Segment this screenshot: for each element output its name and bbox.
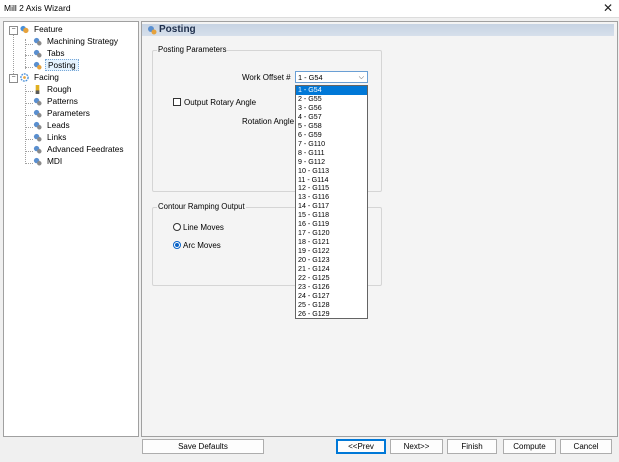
work-offset-option[interactable]: 22 - G125	[296, 274, 367, 283]
tree-item-parameters[interactable]: Parameters	[33, 108, 92, 119]
gear-icon	[33, 109, 42, 118]
gear-icon	[33, 145, 42, 154]
tree-connector	[25, 91, 33, 92]
work-offset-option[interactable]: 9 - G112	[296, 158, 367, 167]
tree-connector	[25, 127, 33, 128]
tree-connector	[25, 103, 33, 104]
tree-item-advanced-feedrates[interactable]: Advanced Feedrates	[33, 144, 126, 155]
tree-item-machining-strategy[interactable]: Machining Strategy	[33, 36, 120, 47]
work-offset-option[interactable]: 16 - G119	[296, 220, 367, 229]
section-header-bar	[142, 24, 614, 36]
work-offset-option[interactable]: 14 - G117	[296, 202, 367, 211]
work-offset-option[interactable]: 17 - G120	[296, 229, 367, 238]
compute-button[interactable]: Compute	[503, 439, 556, 454]
finish-button[interactable]: Finish	[447, 439, 497, 454]
tree-connector	[13, 33, 14, 80]
arc-moves-label: Arc Moves	[183, 241, 221, 250]
next-button[interactable]: Next>>	[390, 439, 443, 454]
title-bar: Mill 2 Axis Wizard ✕	[0, 0, 619, 18]
work-offset-option[interactable]: 20 - G123	[296, 256, 367, 265]
tree-item-patterns[interactable]: Patterns	[33, 96, 80, 107]
work-offset-option[interactable]: 13 - G116	[296, 193, 367, 202]
gear-icon	[33, 121, 42, 130]
tree-item-links[interactable]: Links	[33, 132, 68, 143]
line-moves-label: Line Moves	[183, 223, 224, 232]
close-icon[interactable]: ✕	[603, 0, 613, 16]
work-offset-option[interactable]: 12 - G115	[296, 184, 367, 193]
gear-icon	[33, 61, 42, 70]
work-offset-option[interactable]: 1 - G54	[296, 86, 367, 95]
work-offset-option[interactable]: 19 - G122	[296, 247, 367, 256]
work-offset-option[interactable]: 11 - G114	[296, 176, 367, 185]
collapse-feature-toggle[interactable]: −	[9, 26, 18, 35]
work-offset-value: 1 - G54	[298, 73, 323, 82]
work-offset-option[interactable]: 18 - G121	[296, 238, 367, 247]
work-offset-option[interactable]: 3 - G56	[296, 104, 367, 113]
work-offset-option[interactable]: 25 - G128	[296, 301, 367, 310]
cancel-button[interactable]: Cancel	[560, 439, 612, 454]
group-title: Posting Parameters	[157, 45, 228, 54]
work-offset-option[interactable]: 24 - G127	[296, 292, 367, 301]
tree-item-mdi[interactable]: MDI	[33, 156, 64, 167]
work-offset-option[interactable]: 8 - G111	[296, 149, 367, 158]
tree-item-facing[interactable]: Facing	[20, 72, 61, 83]
line-moves-radio[interactable]	[173, 223, 181, 231]
window-title: Mill 2 Axis Wizard	[4, 3, 71, 13]
work-offset-option[interactable]: 7 - G110	[296, 140, 367, 149]
work-offset-option[interactable]: 21 - G124	[296, 265, 367, 274]
work-offset-dropdown[interactable]: 1 - G54 ⌵	[295, 71, 368, 83]
page-title: Posting	[159, 24, 196, 35]
facing-icon	[20, 73, 29, 82]
gear-icon	[33, 157, 42, 166]
work-offset-option[interactable]: 5 - G58	[296, 122, 367, 131]
work-offset-option[interactable]: 15 - G118	[296, 211, 367, 220]
collapse-facing-toggle[interactable]: −	[9, 74, 18, 83]
tree-connector	[25, 139, 33, 140]
work-offset-option[interactable]: 26 - G129	[296, 310, 367, 318]
rotation-angle-label: Rotation Angle	[242, 117, 295, 126]
gear-icon	[148, 26, 157, 35]
work-offset-option[interactable]: 6 - G59	[296, 131, 367, 140]
gear-icon	[33, 97, 42, 106]
tree-item-rough[interactable]: Rough	[33, 84, 73, 95]
work-offset-option[interactable]: 2 - G55	[296, 95, 367, 104]
work-offset-listbox[interactable]: 1 - G54 2 - G55 3 - G56 4 - G57 5 - G58 6 - G…	[295, 85, 368, 319]
chevron-down-icon: ⌵	[358, 74, 364, 81]
work-offset-option[interactable]: 4 - G57	[296, 113, 367, 122]
arc-moves-radio[interactable]	[173, 241, 181, 249]
tree-connector	[25, 151, 33, 152]
work-offset-label: Work Offset #	[242, 73, 291, 82]
tree-connector	[25, 44, 33, 45]
work-offset-option[interactable]: 23 - G126	[296, 283, 367, 292]
output-rotary-angle-label: Output Rotary Angle	[184, 98, 257, 107]
feature-icon	[20, 25, 29, 34]
feature-tree[interactable]: − − Feature Machining Strategy Tabs Post…	[3, 21, 139, 437]
tree-connector	[25, 55, 33, 56]
save-defaults-button[interactable]: Save Defaults	[142, 439, 264, 454]
tool-icon	[35, 85, 40, 94]
tree-connector	[25, 163, 33, 164]
tree-connector	[25, 115, 33, 116]
output-rotary-angle-checkbox[interactable]	[173, 98, 181, 106]
tree-connector	[25, 85, 26, 164]
prev-button[interactable]: <<Prev	[336, 439, 386, 454]
tree-connector	[25, 67, 33, 68]
gear-icon	[33, 37, 42, 46]
tree-item-feature[interactable]: Feature	[20, 24, 65, 35]
tree-item-leads[interactable]: Leads	[33, 120, 72, 131]
work-offset-option[interactable]: 10 - G113	[296, 167, 367, 176]
tree-item-posting[interactable]: Posting	[33, 59, 79, 71]
gear-icon	[33, 49, 42, 58]
group-title: Contour Ramping Output	[157, 202, 246, 211]
gear-icon	[33, 133, 42, 142]
tree-item-tabs[interactable]: Tabs	[33, 48, 67, 59]
